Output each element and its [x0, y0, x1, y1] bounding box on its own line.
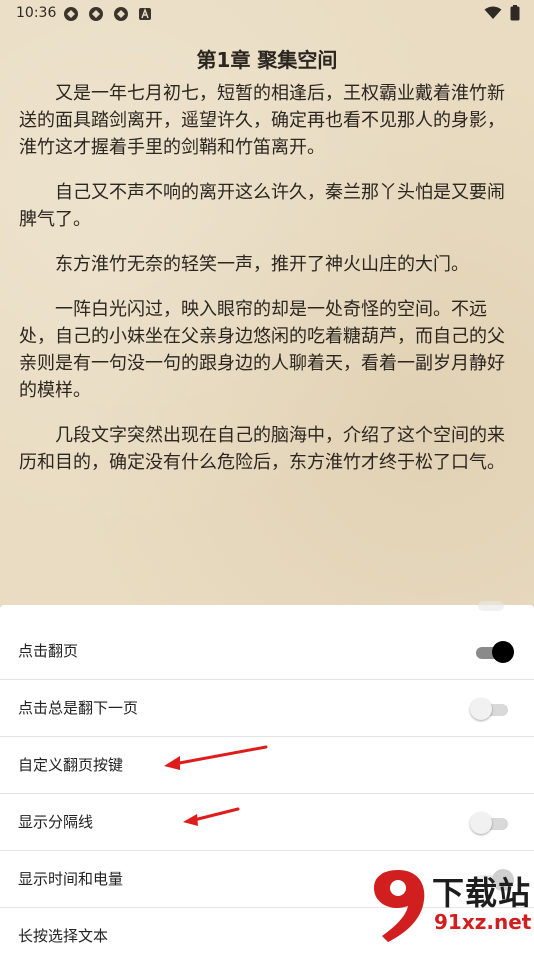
sync-icon: [89, 7, 103, 21]
text-a-icon: [139, 8, 151, 20]
arrow-annotation-icon: [183, 807, 240, 826]
wifi-icon: [484, 6, 502, 19]
toggle-knob: [470, 698, 492, 720]
toggle-knob: [470, 812, 492, 834]
sync-icon: [114, 7, 128, 21]
divider-toggle[interactable]: [470, 812, 512, 834]
setting-label: 点击总是翻下一页: [18, 699, 139, 717]
setting-label: 显示时间和电量: [18, 870, 124, 888]
setting-row-tap-to-turn[interactable]: 点击翻页: [0, 623, 534, 680]
toggle-knob: [492, 641, 514, 663]
setting-row-divider[interactable]: 显示分隔线: [0, 794, 534, 851]
setting-label: 显示分隔线: [18, 813, 94, 831]
setting-row-always-next[interactable]: 点击总是翻下一页: [0, 680, 534, 737]
paragraph: 东方淮竹无奈的轻笑一声，推开了神火山庄的大门。: [55, 254, 469, 275]
paragraph: 自己又不声不响的离开这么许久，秦兰那丫头怕是又要闹脾气了。: [19, 182, 505, 230]
chapter-title: 第1章 聚集空间: [196, 48, 338, 72]
watermark-url: 91xz.net: [434, 910, 532, 934]
always-next-toggle[interactable]: [470, 698, 512, 720]
reader-page[interactable]: 10:36 第1章 聚集空间 又是一年七月初七，短暂的相逢后，王权霸业戴着淮竹新…: [0, 0, 534, 610]
paragraph: 又是一年七月初七，短暂的相逢后，王权霸业戴着淮竹新送的面具踏剑离开，遥望许久，确…: [19, 83, 505, 158]
status-bar: 10:36: [0, 0, 534, 28]
paragraph: 几段文字突然出现在自己的脑海中，介绍了这个空间的来历和目的，确定没有什么危险后，…: [19, 425, 505, 473]
paragraph: 一阵白光闪过，映入眼帘的却是一处奇怪的空间。不远处，自己的小妹坐在父亲身边悠闲的…: [19, 299, 505, 401]
battery-icon: [510, 5, 520, 21]
arrow-annotation-icon: [164, 745, 268, 770]
site-logo-icon: [374, 870, 425, 942]
watermark: 下载站 91xz.net: [364, 858, 534, 950]
setting-label: 点击翻页: [18, 642, 79, 660]
chapter-content: 又是一年七月初七，短暂的相逢后，王权霸业戴着淮竹新送的面具踏剑离开，遥望许久，确…: [19, 80, 519, 494]
setting-label: 长按选择文本: [18, 927, 109, 945]
status-time: 10:36: [16, 5, 57, 21]
tap-to-turn-toggle[interactable]: [472, 641, 514, 663]
status-notification-icons: [63, 6, 152, 22]
watermark-brand: 下载站: [432, 874, 532, 912]
status-system-icons: [484, 5, 520, 21]
setting-label: 自定义翻页按键: [18, 756, 124, 774]
sync-icon: [64, 7, 78, 21]
scroll-hint: [478, 601, 504, 611]
